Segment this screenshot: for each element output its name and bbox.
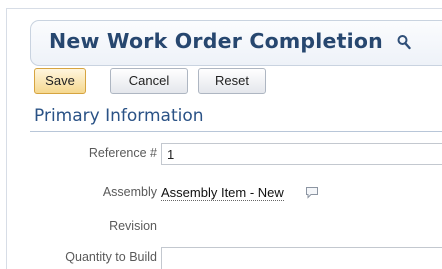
assembly-link[interactable]: Assembly Item - New [161, 185, 284, 201]
revision-label: Revision [109, 219, 157, 233]
reset-button[interactable]: Reset [198, 68, 266, 94]
quantity-to-build-field[interactable] [161, 247, 442, 269]
save-button[interactable]: Save [34, 68, 86, 94]
assembly-label: Assembly [102, 185, 157, 199]
quantity-to-build-label: Quantity to Build [65, 250, 157, 264]
section-title-primary-information: Primary Information [34, 106, 204, 126]
page-title: New Work Order Completion [49, 29, 383, 53]
cancel-button[interactable]: Cancel [110, 68, 188, 94]
section-divider [30, 131, 442, 132]
magnifier-icon[interactable] [397, 34, 411, 50]
reference-label: Reference # [88, 146, 157, 160]
reference-value: 1 [167, 147, 175, 162]
reference-field[interactable]: 1 [161, 143, 442, 165]
title-bar: New Work Order Completion [30, 20, 442, 66]
comment-icon[interactable] [305, 186, 319, 199]
